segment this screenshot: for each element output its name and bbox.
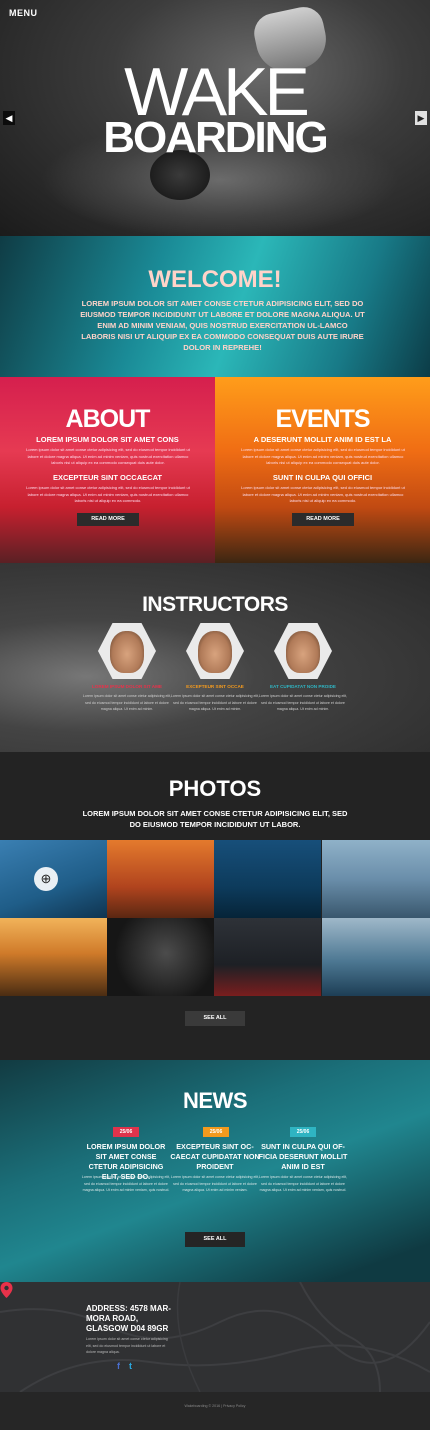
news-heading: NEWS [183,1088,248,1113]
events-text-2: Lorem ipsum dolor sit amet conse ctetur … [241,485,405,503]
instructors-heading: INSTRUCTORS [142,593,288,616]
instructor-desc-2: Lorem ipsum dolor sit amet conse ctetur … [170,694,260,711]
instructor-face-1 [110,631,144,673]
footer-text: Wakeboarding © 2016 | Privacy Policy [184,1404,246,1408]
news-desc-2: Lorem ipsum dolor sit amet conse ctetur … [170,1175,260,1192]
events-heading: EVENTS [275,405,370,433]
contact-text: Lorem ipsum dolor sit amet conse ctetur … [86,1337,168,1354]
map-background[interactable] [0,1282,430,1392]
contact-address: ADDRESS: 4578 MAR-MORA ROAD, GLASGOW D04… [86,1304,171,1333]
gallery-photo-4[interactable] [322,840,430,918]
hero-title-line2: BOARDING [103,113,329,162]
contact-map-section: ADDRESS: 4578 MAR-MORA ROAD, GLASGOW D04… [0,1282,430,1392]
instructor-desc-1: Lorem ipsum dolor sit amet conse ctetur … [82,694,172,711]
news-section: NEWS 25/06 LOREM IPSUM DOLOR SIT AMET CO… [0,1060,430,1282]
gallery-photo-2[interactable] [107,840,214,918]
map-pin-icon[interactable] [0,1282,13,1298]
events-read-more-button[interactable]: READ MORE [292,513,354,526]
instructor-name-3[interactable]: EAT CUPIDATAT NON PROIDE [258,684,348,689]
menu-button[interactable]: MENU [9,8,38,18]
facebook-icon[interactable]: f [117,1361,120,1371]
about-section: ABOUT LOREM IPSUM DOLOR SIT AMET CONS Lo… [0,377,215,563]
photos-section: PHOTOS LOREM IPSUM DOLOR SIT AMET CONSE … [0,752,430,1060]
welcome-section: WELCOME! LOREM IPSUM DOLOR SIT AMET CONS… [0,236,430,377]
news-date-badge-2: 25/06 [203,1127,229,1137]
instructor-photo-2[interactable] [186,623,244,679]
news-desc-3: Lorem ipsum dolor sit amet conse ctetur … [258,1175,348,1192]
instructor-photo-3[interactable] [274,623,332,679]
instructor-name-2[interactable]: EXCEPTEUR SINT OCCAE [170,684,260,689]
news-desc-1: Lorem ipsum dolor sit amet conse ctetur … [81,1175,171,1192]
gallery-photo-7[interactable] [214,918,321,996]
instructor-name-1[interactable]: LOREM IPSUM DOLOR SIT AME [82,684,172,689]
gallery-photo-6[interactable] [107,918,214,996]
about-text-1: Lorem ipsum dolor sit amet conse ctetur … [26,447,190,465]
gallery-photo-5[interactable] [0,918,107,996]
events-subheading-1: A DESERUNT MOLLIT ANIM ID EST LA [253,435,392,444]
instructor-photo-1[interactable] [98,623,156,679]
about-subheading-1: LOREM IPSUM DOLOR SIT AMET CONS [36,435,179,444]
gallery-photo-3[interactable] [214,840,321,918]
instructor-face-3 [286,631,320,673]
gallery-photo-1[interactable]: ⊕ [0,840,107,918]
about-heading: ABOUT [65,405,151,433]
welcome-heading: WELCOME! [148,266,282,293]
about-subheading-2: EXCEPTEUR SINT OCCAECAT [52,473,163,482]
events-subheading-2: SUNT IN CULPA QUI OFFICI [272,473,373,482]
welcome-text: LOREM IPSUM DOLOR SIT AMET CONSE CTETUR … [80,299,365,352]
instructor-desc-3: Lorem ipsum dolor sit amet conse ctetur … [258,694,348,711]
footer: Wakeboarding © 2016 | Privacy Policy [0,1392,430,1430]
hero-section: MENU ◀ ▶ WAKE BOARDING [0,0,430,236]
photos-text: LOREM IPSUM DOLOR SIT AMET CONSE CTETUR … [82,809,348,829]
twitter-icon[interactable]: t [129,1361,132,1371]
news-date-badge-3: 25/06 [290,1127,316,1137]
news-see-all-button[interactable]: SEE ALL [185,1232,245,1247]
zoom-in-icon[interactable]: ⊕ [34,867,58,891]
news-title-2[interactable]: EXCEPTEUR SINT OC-CAECAT CUPIDATAT NON P… [170,1142,260,1172]
instructor-face-2 [198,631,232,673]
photos-heading: PHOTOS [168,776,262,801]
events-section: EVENTS A DESERUNT MOLLIT ANIM ID EST LA … [215,377,430,563]
about-text-2: Lorem ipsum dolor sit amet conse ctetur … [26,485,190,503]
photos-see-all-button[interactable]: SEE ALL [185,1011,245,1026]
gallery-photo-8[interactable] [322,918,430,996]
news-date-badge-1: 25/06 [113,1127,139,1137]
news-title-3[interactable]: SUNT IN CULPA QUI OF-FICIA DESERUNT MOLL… [258,1142,348,1172]
about-read-more-button[interactable]: READ MORE [77,513,139,526]
instructors-section: INSTRUCTORS LOREM IPSUM DOLOR SIT AME Lo… [0,563,430,752]
events-text-1: Lorem ipsum dolor sit amet conse ctetur … [241,447,405,465]
